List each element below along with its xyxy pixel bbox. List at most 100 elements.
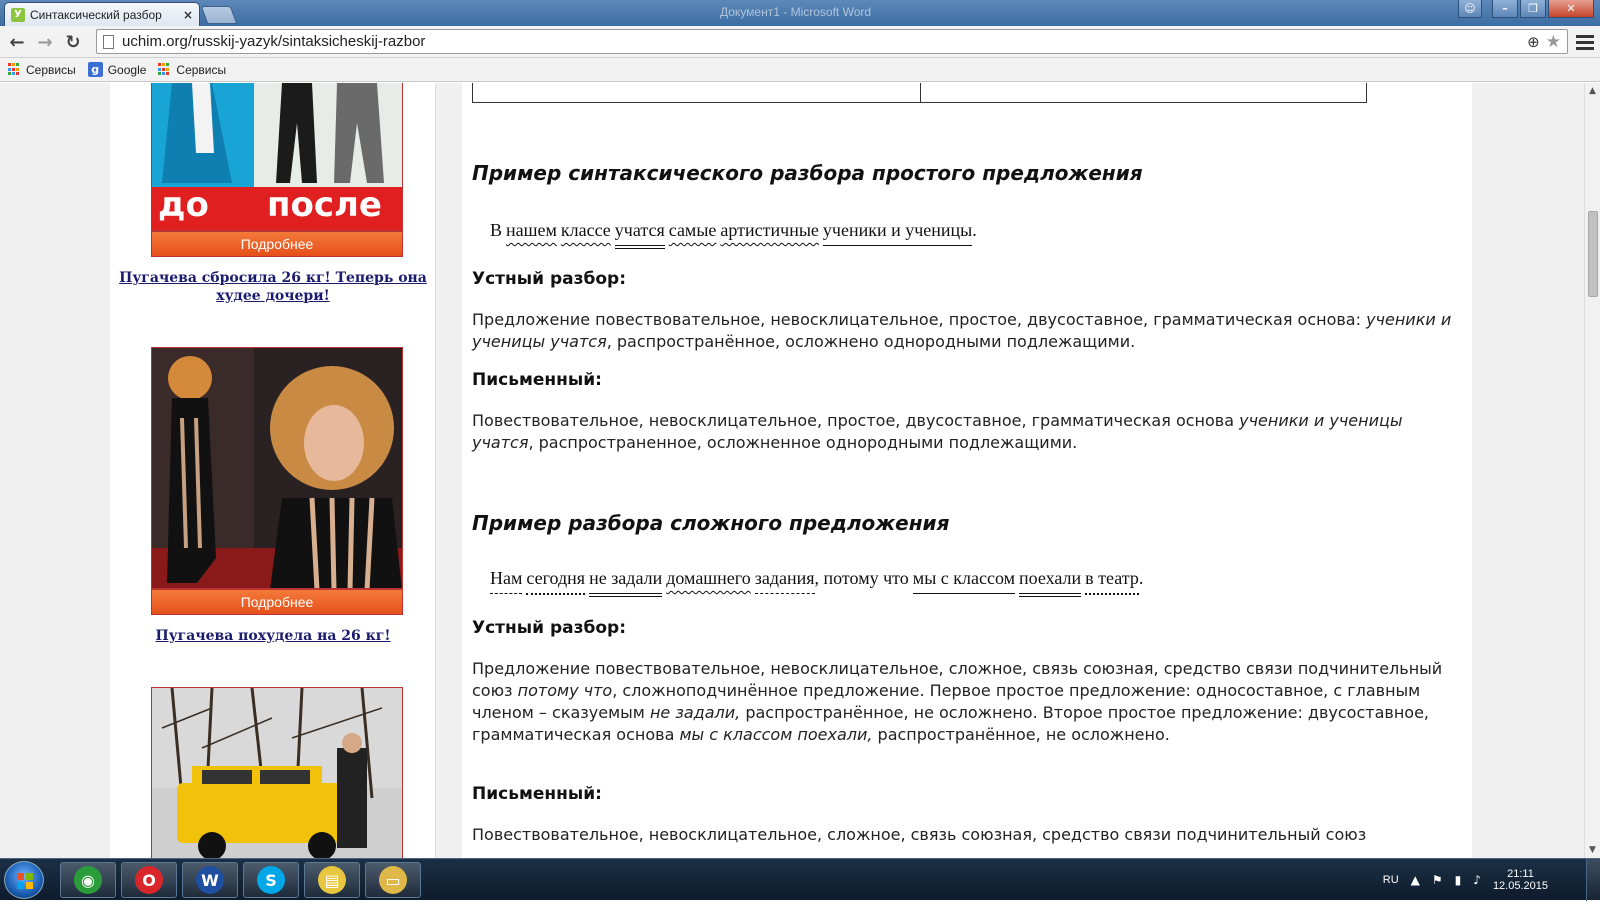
bookmark-label: Сервисы [176, 62, 227, 77]
table-bottom-edge [472, 83, 1367, 103]
back-arrow-icon[interactable]: ← [6, 31, 28, 53]
zoom-icon[interactable]: ⊕ [1527, 33, 1540, 51]
ad-sidebar: до после Подробнее Пугачева сбросила 26 … [110, 83, 436, 858]
bookmark-google[interactable]: g Google [87, 62, 147, 77]
reload-icon[interactable]: ↻ [62, 31, 84, 53]
ad-caption-link[interactable]: Пугачева сбросила 26 кг! Теперь она худе… [110, 269, 436, 305]
taskbar-app-button[interactable]: ▭ [365, 862, 421, 898]
bookmark-star-icon[interactable]: ★ [1546, 32, 1561, 52]
browser-tab[interactable]: У Синтаксический разбор × [4, 2, 200, 26]
bookmark-services-2[interactable]: Сервисы [158, 63, 226, 77]
vertical-scrollbar[interactable]: ▲ ▼ [1584, 83, 1600, 858]
apps-icon [8, 63, 21, 76]
example-word: В [490, 220, 503, 240]
ad-car-image[interactable] [151, 687, 403, 858]
forward-arrow-icon[interactable]: → [34, 31, 56, 53]
scroll-down-arrow-icon[interactable]: ▼ [1589, 845, 1596, 855]
notes-icon: ▤ [318, 866, 346, 894]
skype-icon: S [257, 866, 285, 894]
show-desktop-button[interactable] [1586, 859, 1600, 901]
written-analysis-text: Повествовательное, невосклицательное, сл… [472, 825, 1367, 844]
network-icon[interactable]: ⚑ [1432, 873, 1443, 887]
example-sentence-simple: Внашем классе учатся самые артистичные ученик… [490, 220, 981, 249]
example-word: задания [754, 568, 815, 594]
example-word: ученики и ученицы [822, 220, 973, 246]
example-word: сегодня [526, 568, 586, 595]
example-sentence-complex: Нам сегодня не задали домашнего задания, пот… [490, 568, 1147, 597]
example-word: . [972, 220, 977, 240]
example-word: . [1138, 568, 1144, 588]
clock-date: 12.05.2015 [1492, 880, 1548, 892]
word-icon: W [196, 866, 224, 894]
example-word: поехали [1019, 568, 1082, 597]
site-favicon-icon: У [11, 7, 25, 22]
example-word: классе [560, 220, 611, 240]
scrollbar-thumb[interactable] [1588, 211, 1598, 297]
windows-logo-icon [17, 873, 33, 889]
window-title: Документ1 - Microsoft Word [720, 5, 872, 19]
url-text: uchim.org/russkij-yazyk/sintaksicheskij-… [122, 33, 426, 50]
language-indicator[interactable]: RU [1383, 874, 1399, 886]
title-bar: У Синтаксический разбор × Документ1 - Mi… [0, 0, 1600, 26]
explorer-icon: ▭ [379, 866, 407, 894]
example-word: самые [668, 220, 717, 240]
ad-caption-link[interactable]: Пугачева похудела на 26 кг! [110, 627, 436, 645]
written-analysis-text: Повествовательное, невосклицательное, пр… [472, 411, 1403, 452]
example-word: мы с классом [912, 568, 1016, 594]
maximize-button[interactable]: ❐ [1520, 0, 1546, 18]
written-analysis-heading: Письменный: [472, 784, 602, 804]
taskbar-app-button[interactable]: ◉ [60, 862, 116, 898]
tab-title: Синтаксический разбор [30, 7, 162, 22]
minimize-button[interactable]: – [1492, 0, 1518, 18]
scroll-up-arrow-icon[interactable]: ▲ [1589, 86, 1596, 96]
ad-before-after-image[interactable]: до после [151, 83, 403, 231]
show-hidden-icons-icon[interactable]: ▲ [1411, 873, 1420, 887]
taskbar-app-button[interactable]: S [243, 862, 299, 898]
system-tray: RU ▲ ⚑ ▮ ♪ 21:11 12.05.2015 [1383, 859, 1548, 901]
example-word: не задали [589, 568, 663, 597]
opera-icon: O [135, 866, 163, 894]
page-icon [103, 34, 114, 49]
volume-icon[interactable]: ♪ [1473, 873, 1481, 887]
example-word: , потому что [814, 568, 909, 588]
chrome-icon: ◉ [74, 866, 102, 894]
power-icon[interactable]: ▮ [1455, 873, 1462, 887]
close-window-button[interactable]: ✕ [1548, 0, 1594, 18]
taskbar-app-button[interactable]: W [182, 862, 238, 898]
taskbar-app-button[interactable]: ▤ [304, 862, 360, 898]
example-word: Нам [490, 568, 523, 594]
menu-icon[interactable] [1576, 32, 1594, 52]
ad-more-button[interactable]: Подробнее [151, 589, 403, 615]
example-word: в театр [1085, 568, 1139, 595]
before-label: до [158, 185, 209, 225]
oral-analysis-heading: Устный разбор: [472, 618, 627, 638]
windows-taskbar: ◉ O W S ▤ ▭ RU ▲ ⚑ ▮ ♪ 21:11 12.05.2015 [0, 858, 1600, 901]
example-word: домашнего [666, 568, 751, 588]
address-bar[interactable]: uchim.org/russkij-yazyk/sintaksicheskij-… [96, 29, 1568, 54]
oral-analysis-heading: Устный разбор: [472, 269, 627, 289]
bookmark-label: Google [107, 62, 147, 77]
start-button[interactable] [4, 861, 44, 899]
taskbar-app-button[interactable]: O [121, 862, 177, 898]
section-title-complex: Пример разбора сложного предложения [472, 511, 950, 535]
article-content: Пример синтаксического разбора простого … [462, 83, 1472, 858]
tab-close-icon[interactable]: × [183, 8, 193, 22]
user-icon[interactable]: ☺ [1458, 0, 1482, 18]
ad-more-button[interactable]: Подробнее [151, 231, 403, 257]
example-word: нашем [506, 220, 557, 240]
bookmark-label: Сервисы [26, 62, 76, 77]
google-icon: g [87, 62, 103, 77]
after-label: после [267, 185, 382, 225]
bookmark-services-1[interactable]: Сервисы [8, 63, 76, 77]
browser-toolbar: ← → ↻ uchim.org/russkij-yazyk/sintaksich… [0, 26, 1600, 58]
car-photo [152, 688, 402, 858]
window-controls: ☺ – ❐ ✕ [1458, 0, 1594, 18]
ad-photo-image[interactable] [151, 347, 403, 589]
clock-time: 21:11 [1507, 868, 1534, 880]
celebrity-photo [152, 348, 402, 588]
clock[interactable]: 21:11 12.05.2015 [1493, 868, 1548, 892]
example-word: артистичные [720, 220, 819, 240]
new-tab-button[interactable] [200, 6, 238, 24]
written-analysis-heading: Письменный: [472, 370, 602, 390]
oral-analysis-text: Предложение повествовательное, невосклиц… [472, 310, 1452, 351]
